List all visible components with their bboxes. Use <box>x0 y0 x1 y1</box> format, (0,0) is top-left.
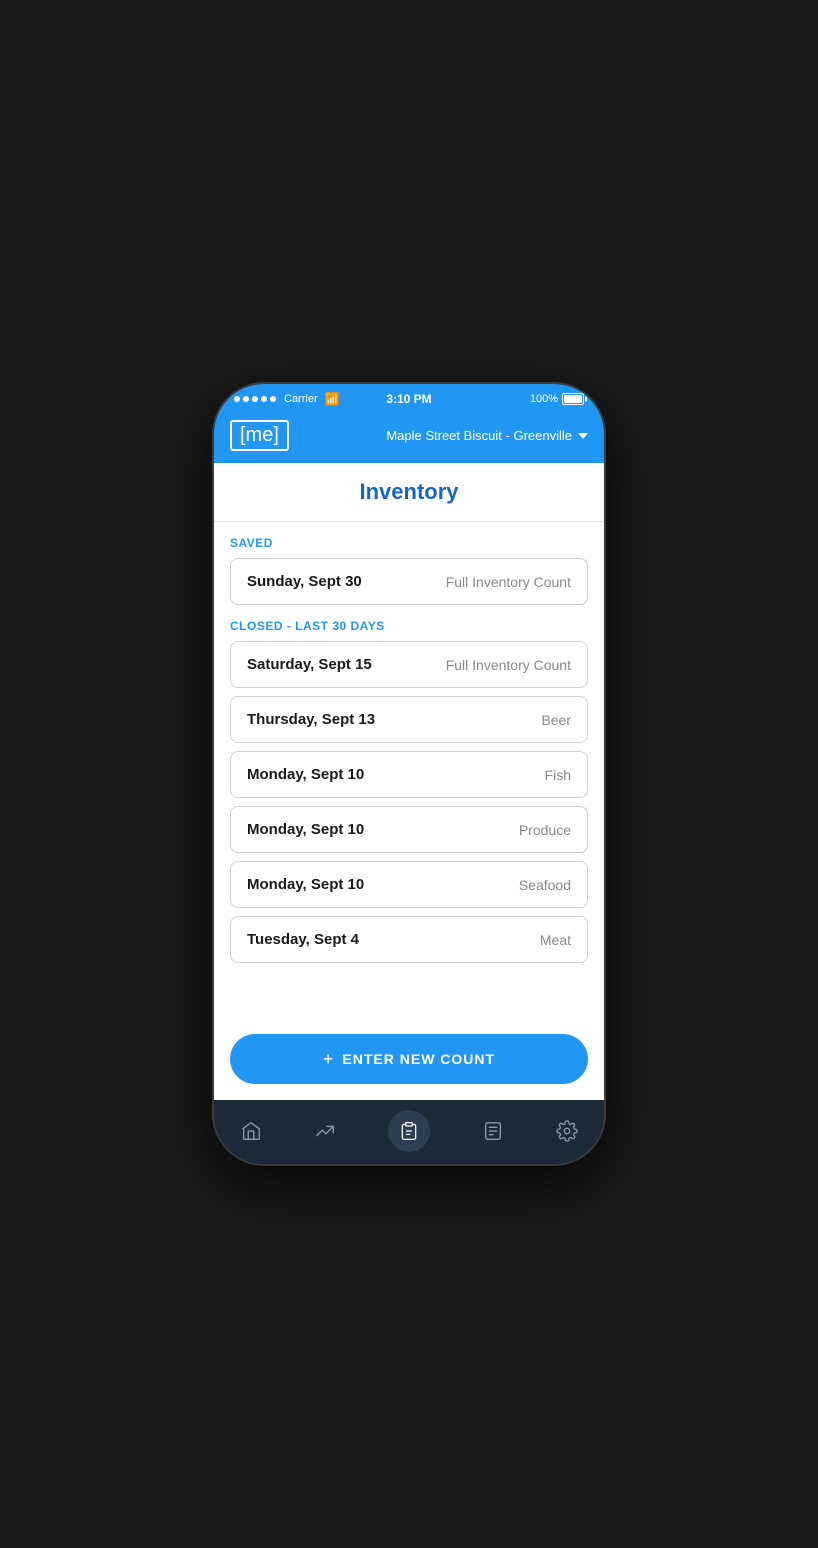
page-content: Inventory SAVED Sunday, Sept 30 Full Inv… <box>214 463 604 1100</box>
content-area: SAVED Sunday, Sept 30 Full Inventory Cou… <box>214 522 604 1022</box>
status-time: 3:10 PM <box>386 392 431 406</box>
location-name: Maple Street Biscuit - Greenville <box>386 428 572 443</box>
closed-section-label: CLOSED - LAST 30 DAYS <box>230 619 588 633</box>
closed-card-type-1: Beer <box>541 712 571 728</box>
nav-item-analytics[interactable] <box>314 1120 336 1142</box>
closed-card-5[interactable]: Tuesday, Sept 4 Meat <box>230 916 588 963</box>
saved-card-date-0: Sunday, Sept 30 <box>247 573 362 590</box>
plus-icon: + <box>323 1050 335 1068</box>
nav-item-orders[interactable] <box>482 1120 504 1142</box>
bottom-action-area: + ENTER NEW COUNT <box>214 1022 604 1100</box>
closed-card-date-4: Monday, Sept 10 <box>247 876 364 893</box>
closed-card-type-5: Meat <box>540 932 571 948</box>
closed-card-date-5: Tuesday, Sept 4 <box>247 931 359 948</box>
status-right: 100% <box>530 393 584 405</box>
app-logo: [me] <box>230 420 289 451</box>
closed-card-type-2: Fish <box>545 767 571 783</box>
saved-section-label: SAVED <box>230 536 588 550</box>
home-icon <box>240 1120 262 1142</box>
inventory-active-circle <box>388 1110 430 1152</box>
orders-icon <box>482 1120 504 1142</box>
closed-section: CLOSED - LAST 30 DAYS Saturday, Sept 15 … <box>230 619 588 963</box>
nav-item-home[interactable] <box>240 1120 262 1142</box>
nav-item-settings[interactable] <box>556 1120 578 1142</box>
closed-card-date-0: Saturday, Sept 15 <box>247 656 372 673</box>
nav-item-inventory[interactable] <box>388 1110 430 1152</box>
clipboard-icon <box>399 1121 419 1141</box>
carrier-label: Carrier <box>284 393 318 405</box>
closed-card-0[interactable]: Saturday, Sept 15 Full Inventory Count <box>230 641 588 688</box>
status-left: Carrier 📶 <box>234 392 340 406</box>
closed-card-4[interactable]: Monday, Sept 10 Seafood <box>230 861 588 908</box>
location-selector[interactable]: Maple Street Biscuit - Greenville <box>386 428 588 443</box>
analytics-icon <box>314 1120 336 1142</box>
enter-count-label: ENTER NEW COUNT <box>342 1051 495 1067</box>
saved-card-type-0: Full Inventory Count <box>446 574 571 590</box>
signal-dots <box>234 396 276 402</box>
phone-frame: Carrier 📶 3:10 PM 100% [me] Maple Street… <box>214 384 604 1164</box>
closed-card-type-0: Full Inventory Count <box>446 657 571 673</box>
bottom-nav <box>214 1100 604 1164</box>
battery-percent: 100% <box>530 393 558 405</box>
closed-card-date-2: Monday, Sept 10 <box>247 766 364 783</box>
chevron-down-icon <box>578 433 588 439</box>
closed-card-date-3: Monday, Sept 10 <box>247 821 364 838</box>
app-header: [me] Maple Street Biscuit - Greenville <box>214 412 604 463</box>
closed-card-type-3: Produce <box>519 822 571 838</box>
settings-icon <box>556 1120 578 1142</box>
saved-section: SAVED Sunday, Sept 30 Full Inventory Cou… <box>230 536 588 605</box>
closed-card-1[interactable]: Thursday, Sept 13 Beer <box>230 696 588 743</box>
status-bar: Carrier 📶 3:10 PM 100% <box>214 384 604 412</box>
wifi-icon: 📶 <box>325 392 340 406</box>
closed-card-date-1: Thursday, Sept 13 <box>247 711 375 728</box>
saved-card-0[interactable]: Sunday, Sept 30 Full Inventory Count <box>230 558 588 605</box>
closed-card-2[interactable]: Monday, Sept 10 Fish <box>230 751 588 798</box>
enter-new-count-button[interactable]: + ENTER NEW COUNT <box>230 1034 588 1084</box>
closed-card-type-4: Seafood <box>519 877 571 893</box>
page-title: Inventory <box>230 479 588 505</box>
battery-icon <box>562 393 584 405</box>
closed-card-3[interactable]: Monday, Sept 10 Produce <box>230 806 588 853</box>
page-title-section: Inventory <box>214 463 604 522</box>
